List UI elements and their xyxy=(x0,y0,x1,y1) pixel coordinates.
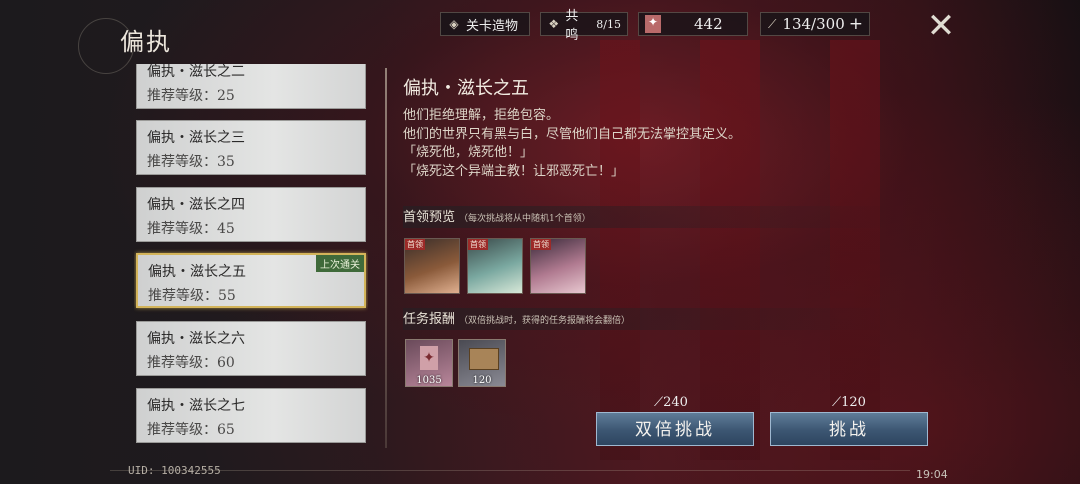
ticket-counter[interactable]: ✦ 442 xyxy=(638,12,748,36)
challenge-button[interactable]: 挑战 xyxy=(770,412,928,446)
boss-portrait[interactable]: 首领 xyxy=(404,238,460,294)
reward-item[interactable]: 120 xyxy=(458,339,506,387)
stamina-value: 134/300 xyxy=(782,15,845,33)
stage-list[interactable]: 偏执・滋长之二 推荐等级：25 偏执・滋长之三 推荐等级：35 偏执・滋长之四 … xyxy=(134,64,368,448)
boss-preview-note: （每次挑战将从中随机1个首领） xyxy=(459,214,591,224)
stamina-icon: ⟋ xyxy=(768,17,777,31)
stage-level: 推荐等级：25 xyxy=(147,88,235,104)
stage-item[interactable]: 偏执・滋长之二 推荐等级：25 xyxy=(136,64,366,109)
background-curtain xyxy=(700,40,760,460)
user-id: UID: 100342555 xyxy=(128,464,221,477)
relic-label: 关卡造物 xyxy=(466,18,519,34)
challenge-cost: ⟋120 xyxy=(832,395,866,410)
reward-count: 1035 xyxy=(416,375,442,386)
stage-level: 推荐等级：45 xyxy=(147,221,235,237)
relic-button[interactable]: ◈ 关卡造物 xyxy=(440,12,530,36)
stage-name: 偏执・滋长之二 xyxy=(147,64,245,80)
background-curtain xyxy=(600,40,640,460)
reward-count: 120 xyxy=(472,375,492,386)
stage-level: 推荐等级：65 xyxy=(147,422,235,438)
stage-level: 推荐等级：60 xyxy=(147,355,235,371)
stage-item-selected[interactable]: 偏执・滋长之五 推荐等级：55 上次通关 xyxy=(136,253,366,308)
boss-tag: 首领 xyxy=(531,239,551,250)
stamina-counter[interactable]: ⟋ 134/300 + xyxy=(760,12,870,36)
resonance-icon: ❖ xyxy=(548,17,560,31)
last-cleared-badge: 上次通关 xyxy=(316,255,364,272)
ticket-count: 442 xyxy=(694,15,723,33)
description-line: 「烧死他，烧死他！」 xyxy=(403,145,534,160)
boss-tag: 首领 xyxy=(405,239,425,250)
scrollbar[interactable] xyxy=(385,68,387,448)
footer-divider xyxy=(110,470,910,471)
stage-item[interactable]: 偏执・滋长之六 推荐等级：60 xyxy=(136,321,366,376)
stage-item[interactable]: 偏执・滋长之四 推荐等级：45 xyxy=(136,187,366,242)
stage-name: 偏执・滋长之六 xyxy=(147,331,245,347)
relic-icon: ◈ xyxy=(449,17,459,31)
stage-item[interactable]: 偏执・滋长之三 推荐等级：35 xyxy=(136,120,366,175)
resonance-label: 共鸣 xyxy=(565,9,579,43)
boss-portrait[interactable]: 首领 xyxy=(530,238,586,294)
stage-name: 偏执・滋长之三 xyxy=(147,130,245,146)
reward-header: 任务报酬 （双倍挑战时，获得的任务报酬将会翻倍） xyxy=(403,308,893,330)
reward-note: （双倍挑战时，获得的任务报酬将会翻倍） xyxy=(459,316,631,326)
reward-item[interactable]: ✦ 1035 xyxy=(405,339,453,387)
clock: 19:04 xyxy=(916,468,948,481)
ticket-icon: ✦ xyxy=(420,346,438,370)
resonance-count: 8/15 xyxy=(596,17,621,31)
book-icon xyxy=(469,348,499,370)
stage-level: 推荐等级：55 xyxy=(148,288,236,304)
description-line: 他们的世界只有黑与白，尽管他们自己都无法掌控其定义。 xyxy=(403,127,742,142)
stage-name: 偏执・滋长之四 xyxy=(147,197,245,213)
resonance-button[interactable]: ❖ 共鸣 8/15 xyxy=(540,9,628,43)
ticket-icon: ✦ xyxy=(645,15,661,33)
reward-label: 任务报酬 xyxy=(403,312,456,327)
top-bar: 偏执 ◈ 关卡造物 ❖ 共鸣 8/15 ✦ 442 ⟋ 134/300 + ✕ xyxy=(0,0,1080,74)
boss-tag: 首领 xyxy=(468,239,488,250)
stage-name: 偏执・滋长之五 xyxy=(148,264,246,280)
description-line: 他们拒绝理解，拒绝包容。 xyxy=(403,108,560,123)
stage-title: 偏执・滋长之五 xyxy=(403,78,529,99)
page-title: 偏执 xyxy=(120,28,172,56)
close-icon[interactable]: ✕ xyxy=(920,6,962,46)
boss-portrait[interactable]: 首领 xyxy=(467,238,523,294)
stamina-add-icon[interactable]: + xyxy=(849,14,863,34)
double-challenge-cost: ⟋240 xyxy=(654,395,688,410)
stage-name: 偏执・滋长之七 xyxy=(147,398,245,414)
boss-preview-header: 首领预览 （每次挑战将从中随机1个首领） xyxy=(403,206,893,228)
double-challenge-button[interactable]: 双倍挑战 xyxy=(596,412,754,446)
stage-item[interactable]: 偏执・滋长之七 推荐等级：65 xyxy=(136,388,366,443)
stage-level: 推荐等级：35 xyxy=(147,154,235,170)
boss-preview-label: 首领预览 xyxy=(403,210,456,225)
description-line: 「烧死这个异端主教！让邪恶死亡！」 xyxy=(403,164,625,179)
